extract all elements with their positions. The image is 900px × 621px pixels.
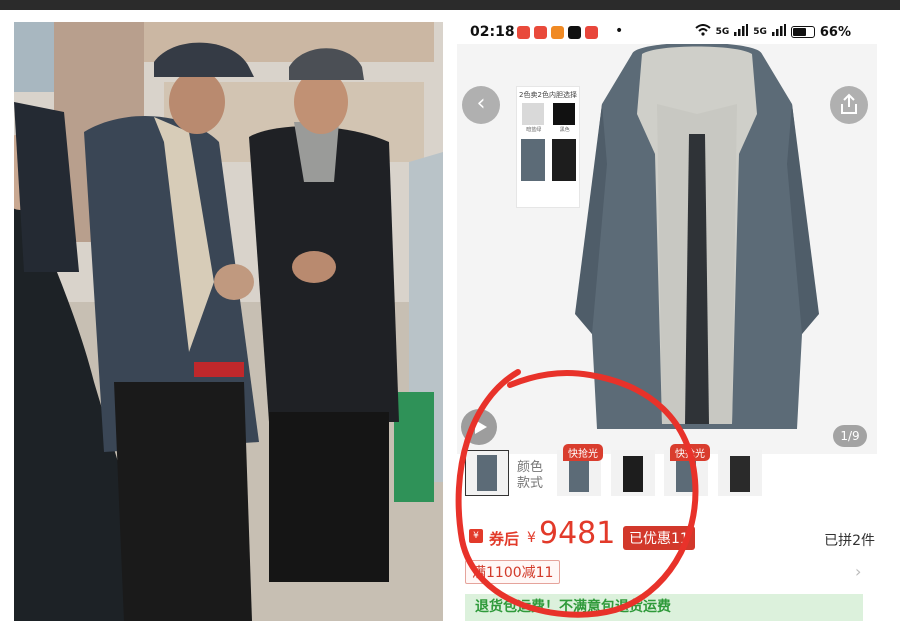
currency-symbol: ¥ bbox=[527, 530, 536, 546]
variant-coat-thumb bbox=[520, 139, 545, 181]
share-icon bbox=[841, 93, 857, 114]
coupon-tag[interactable]: 满1100减11 bbox=[465, 560, 561, 584]
color-style-selector: 颜色款式 快抢光 快抢光 bbox=[457, 444, 877, 502]
street-photo bbox=[14, 22, 443, 621]
network-label: 5G bbox=[715, 27, 730, 37]
status-time: 02:18 bbox=[470, 24, 515, 40]
hot-tag: 快抢光 bbox=[670, 444, 710, 461]
yen-badge: ¥ bbox=[469, 529, 483, 543]
after-coupon-label: 券后 bbox=[489, 530, 520, 548]
app-icon bbox=[534, 26, 547, 39]
return-shipping-banner: 退货包运费！不满意包退货运费 bbox=[465, 594, 863, 621]
color-style-label: 颜色款式 bbox=[517, 460, 544, 491]
battery-icon bbox=[790, 26, 815, 38]
app-icon bbox=[517, 26, 530, 39]
chevron-left-icon: ‹ bbox=[476, 91, 486, 116]
tiktok-icon bbox=[568, 26, 581, 39]
swatch-option[interactable] bbox=[718, 450, 762, 496]
top-dark-strip bbox=[0, 0, 900, 10]
swatch-option[interactable] bbox=[611, 450, 655, 496]
swatch-option[interactable] bbox=[465, 450, 509, 496]
variant-label: 黑色 bbox=[559, 127, 570, 133]
signal-icon bbox=[734, 24, 749, 40]
share-button[interactable] bbox=[830, 86, 868, 124]
network-label-2: 5G bbox=[753, 27, 767, 37]
variant-label: 暗蓝绿 bbox=[526, 127, 542, 133]
sold-count: 已拼2件 bbox=[824, 533, 875, 549]
app-icon bbox=[551, 26, 564, 39]
variant-coat-thumb bbox=[551, 139, 576, 181]
photo-scene bbox=[14, 22, 443, 621]
variant-card-title: 2色卖2色内胆选择 bbox=[519, 91, 577, 99]
play-icon bbox=[475, 420, 487, 434]
variant-info-card: 2色卖2色内胆选择 暗蓝绿 黑色 bbox=[516, 86, 580, 208]
signal-icon-2 bbox=[771, 24, 786, 40]
product-gallery[interactable]: ‹ 2色卖2色内胆选择 暗蓝绿 黑色 1/9 bbox=[457, 44, 877, 454]
variant-swatch bbox=[521, 103, 544, 125]
back-button[interactable]: ‹ bbox=[462, 86, 500, 124]
wifi-icon bbox=[694, 24, 711, 40]
status-app-icons bbox=[517, 26, 598, 39]
discount-badge: 已优惠11 bbox=[623, 526, 695, 550]
app-icon bbox=[585, 26, 598, 39]
variant-swatch bbox=[552, 103, 575, 125]
status-right: 5G 5G 66% bbox=[694, 24, 851, 40]
chevron-right-icon[interactable]: › bbox=[855, 562, 861, 581]
status-dot: • bbox=[615, 23, 624, 39]
page-indicator: 1/9 bbox=[833, 425, 867, 447]
hot-tag: 快抢光 bbox=[563, 444, 603, 461]
battery-percent: 66% bbox=[819, 24, 851, 40]
shopping-app-screen: 02:18 • 5G 5G 66% ‹ 2色卖2色内胆选择 暗蓝绿 黑色 1/9… bbox=[457, 18, 877, 621]
price-amount: 9481 bbox=[539, 516, 616, 551]
price-row: ¥ 券后 ¥ 9481 已优惠11 已拼2件 bbox=[465, 516, 875, 558]
play-video-button[interactable] bbox=[461, 409, 497, 445]
status-bar: 02:18 • 5G 5G 66% bbox=[457, 18, 877, 46]
